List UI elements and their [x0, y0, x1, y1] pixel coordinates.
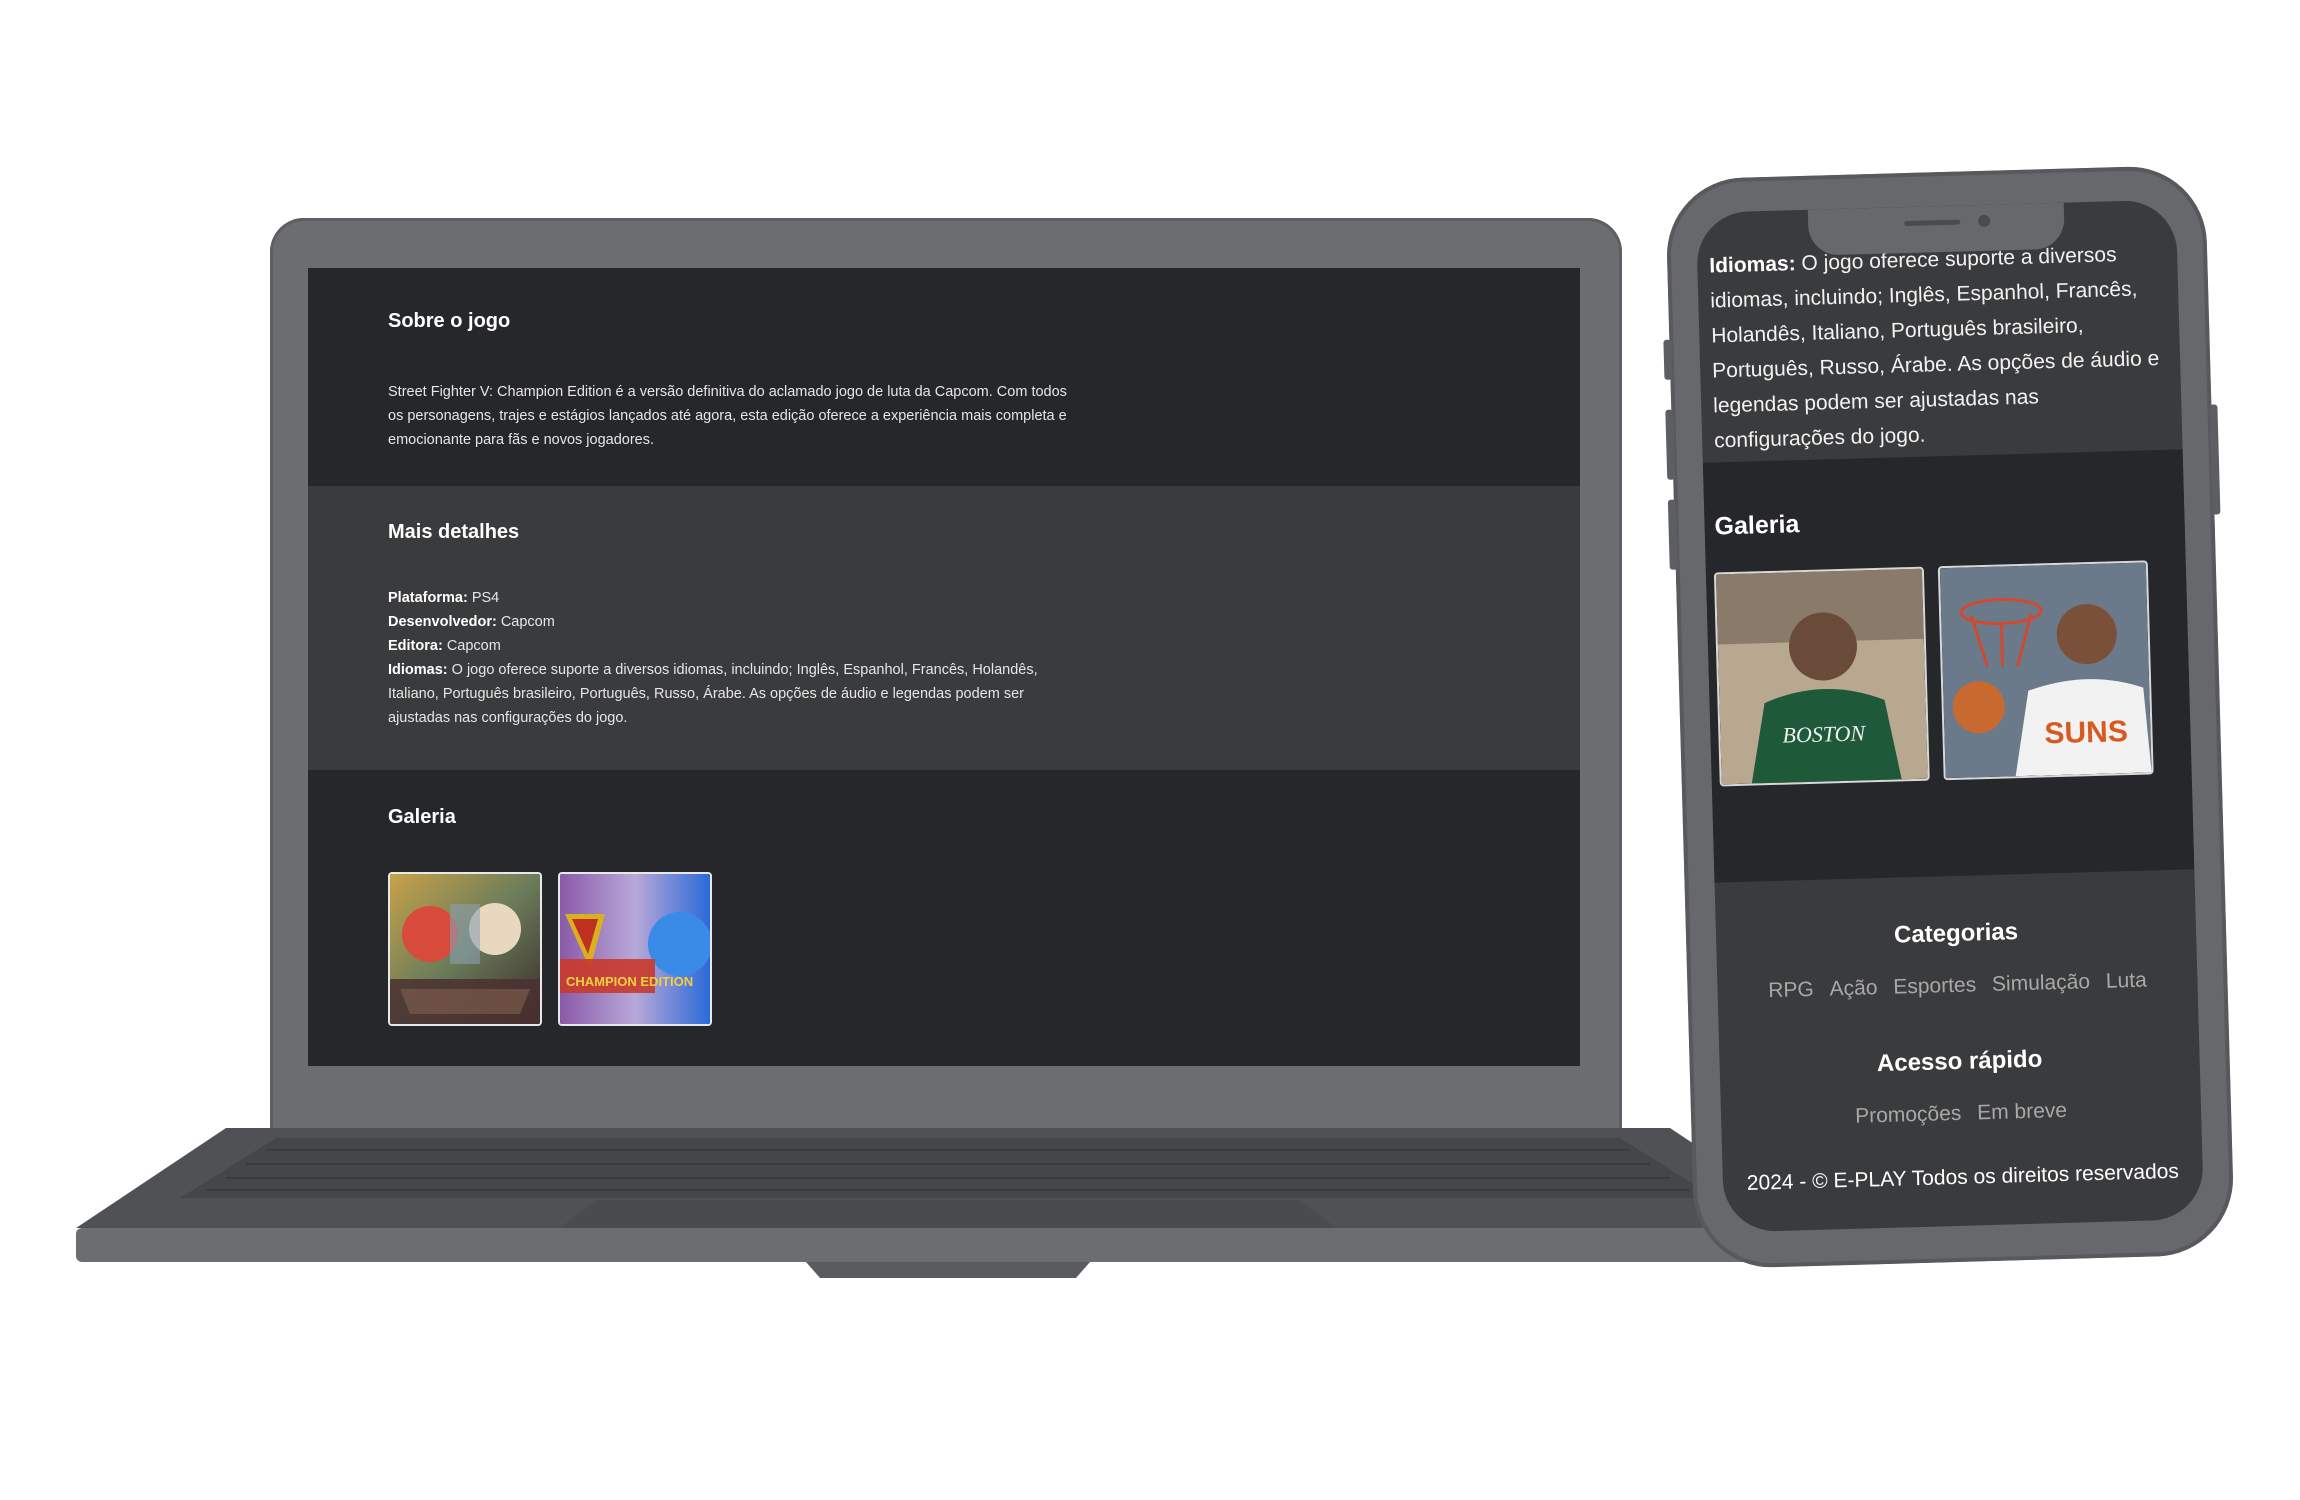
category-link-esportes[interactable]: Esportes: [1893, 973, 1976, 998]
languages-row: Idiomas: O jogo oferece suporte a divers…: [388, 658, 1078, 730]
categories-title: Categorias: [1893, 918, 2019, 949]
category-link-simulacao[interactable]: Simulação: [1992, 970, 2091, 996]
quick-access-title: Acesso rápido: [1876, 1045, 2043, 1078]
basketball-player-green-artwork: BOSTON: [1715, 568, 1928, 785]
about-section: Sobre o jogo Street Fighter V: Champion …: [308, 268, 1580, 486]
platform-label: Plataforma:: [388, 590, 468, 606]
fighters-artwork-1: [390, 874, 540, 1024]
quick-link-em-breve[interactable]: Em breve: [1977, 1099, 2067, 1125]
developer-value: Capcom: [500, 614, 555, 630]
platform-row: Plataforma: PS4: [388, 586, 1078, 610]
about-title: Sobre o jogo: [388, 310, 511, 332]
quick-link-promocoes[interactable]: Promoções: [1855, 1102, 1962, 1128]
publisher-row: Editora: Capcom: [388, 634, 1078, 658]
phone-thumb1-caption: BOSTON: [1782, 720, 1867, 747]
category-link-rpg[interactable]: RPG: [1768, 978, 1814, 1002]
gallery-thumbnail-1[interactable]: [388, 872, 542, 1026]
languages-label: Idiomas:: [388, 662, 448, 678]
category-link-acao[interactable]: Ação: [1829, 976, 1877, 1000]
category-link-luta[interactable]: Luta: [2106, 969, 2148, 993]
details-list: Plataforma: PS4 Desenvolvedor: Capcom Ed…: [388, 586, 1078, 730]
phone-languages-label: Idiomas:: [1708, 252, 1796, 278]
about-text: Street Fighter V: Champion Edition é a v…: [388, 384, 1067, 448]
phone-frame: Idiomas: O jogo oferece suporte a divers…: [1663, 164, 2236, 1270]
thumb2-caption: CHAMPION EDITION: [566, 974, 693, 989]
categories-links: RPG Ação Esportes Simulação Luta: [1717, 967, 2197, 1004]
details-title: Mais detalhes: [388, 521, 520, 543]
publisher-label: Editora:: [388, 638, 443, 654]
publisher-value: Capcom: [446, 638, 501, 654]
phone-thumb2-caption: SUNS: [2044, 715, 2128, 750]
laptop-screen: Sobre o jogo Street Fighter V: Champion …: [308, 268, 1580, 1066]
basketball-player-white-artwork: SUNS: [1939, 562, 2152, 779]
phone-screen: Idiomas: O jogo oferece suporte a divers…: [1695, 199, 2205, 1233]
gallery-thumbnail-2[interactable]: CHAMPION EDITION: [558, 872, 712, 1026]
phone-gallery-thumbnail-1[interactable]: BOSTON: [1713, 566, 1930, 787]
phone-gallery-thumbnail-2[interactable]: SUNS: [1937, 560, 2154, 781]
gallery-title: Galeria: [388, 806, 456, 828]
developer-label: Desenvolvedor:: [388, 614, 497, 630]
quick-access-links: Promoções Em breve: [1721, 1095, 2201, 1132]
phone-gallery-title: Galeria: [1714, 510, 1800, 541]
platform-value: PS4: [471, 590, 500, 606]
laptop-base: [76, 1128, 1820, 1288]
copyright-text: 2024 - © E-PLAY Todos os direitos reserv…: [1746, 1159, 2180, 1195]
phone-languages-text: Idiomas: O jogo oferece suporte a divers…: [1709, 236, 2165, 458]
mute-switch: [1663, 339, 1673, 380]
developer-row: Desenvolvedor: Capcom: [388, 610, 1078, 634]
details-section: Mais detalhes Plataforma: PS4 Desenvolve…: [308, 486, 1580, 770]
power-button: [2209, 404, 2221, 515]
speaker-grille: [1904, 219, 1961, 227]
laptop-frame: Sobre o jogo Street Fighter V: Champion …: [270, 218, 1622, 1138]
front-camera: [1977, 214, 1991, 228]
fighters-artwork-2: CHAMPION EDITION: [560, 874, 710, 1024]
phone-notch: [1807, 202, 2065, 256]
languages-value: O jogo oferece suporte a diversos idioma…: [388, 662, 1038, 726]
